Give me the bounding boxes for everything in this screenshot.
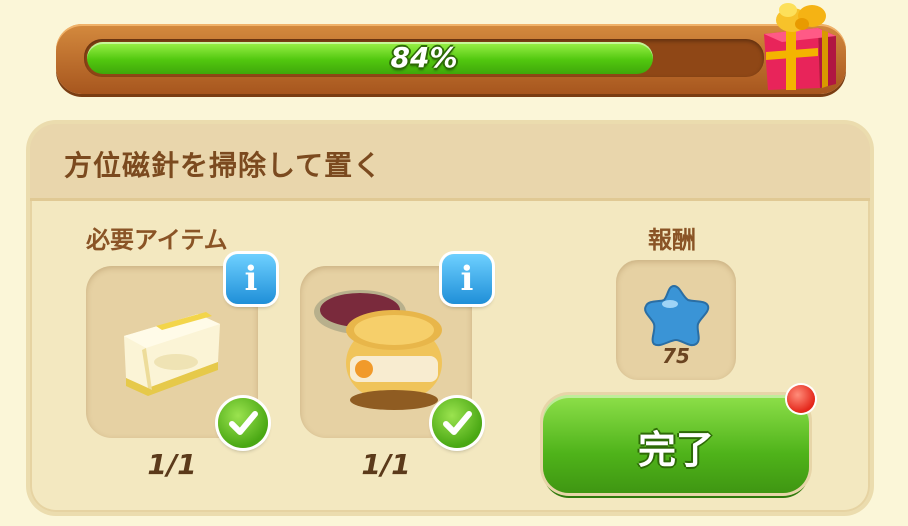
- gift-box-icon[interactable]: [756, 0, 842, 92]
- progress-track: 84%: [84, 39, 764, 77]
- required-items-label: 必要アイテム: [86, 226, 228, 254]
- check-icon: [218, 398, 268, 448]
- info-button[interactable]: i: [226, 254, 276, 304]
- complete-button[interactable]: 完了: [543, 395, 809, 493]
- item-count: 1/1: [147, 448, 197, 481]
- required-item-slot[interactable]: i: [300, 254, 492, 448]
- task-title: 方位磁針を掃除して置く: [64, 149, 383, 182]
- required-item-slot[interactable]: i: [86, 254, 276, 448]
- reward-label: 報酬: [648, 226, 696, 254]
- progress-bar-frame: 84%: [56, 24, 846, 94]
- task-header: 方位磁針を掃除して置く: [30, 124, 870, 201]
- progress-percent: 84%: [390, 41, 458, 74]
- check-icon: [432, 398, 482, 448]
- reward-amount: 75: [662, 344, 690, 368]
- reward-slot: 75: [616, 260, 736, 380]
- item-count: 1/1: [361, 448, 411, 481]
- complete-button-label: 完了: [637, 428, 714, 472]
- info-button[interactable]: i: [442, 254, 492, 304]
- notification-dot: [787, 385, 815, 413]
